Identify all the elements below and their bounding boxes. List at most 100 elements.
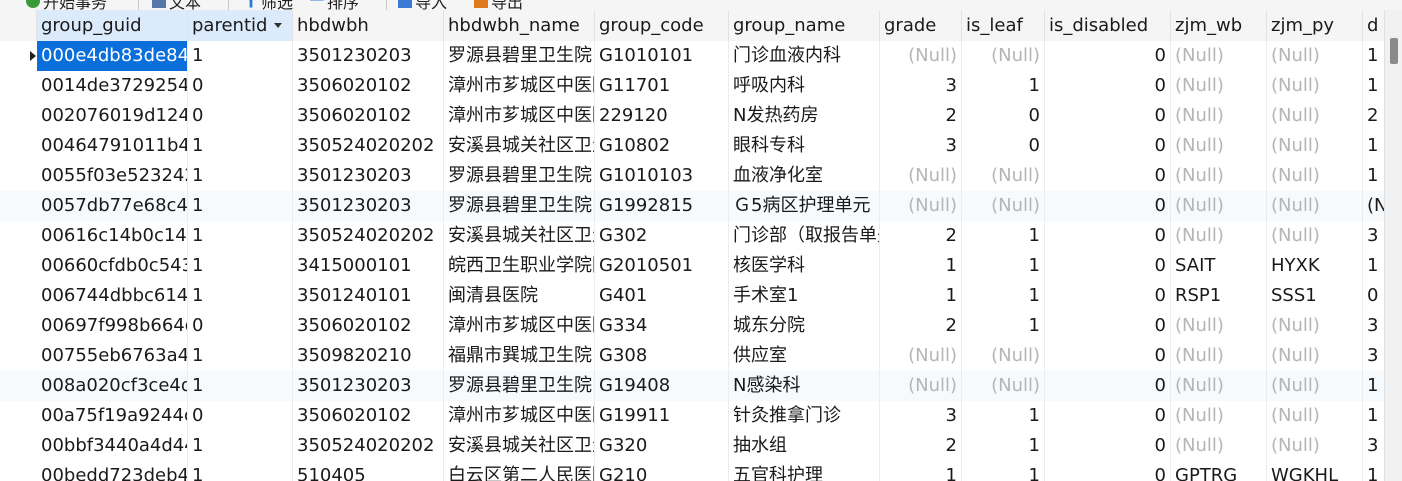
row-indicator[interactable] — [0, 371, 37, 401]
cell-group-code[interactable]: G19408 — [595, 371, 729, 401]
cell-hbdwbh-name[interactable]: 安溪县城关社区卫生 — [444, 221, 595, 251]
cell-is-disabled[interactable]: 0 — [1045, 191, 1171, 221]
cell-hbdwbh[interactable]: 350524020202 — [293, 221, 444, 251]
cell-group-name[interactable]: 门诊血液内科 — [729, 41, 880, 71]
cell-zjm-wb[interactable]: (Null) — [1171, 431, 1267, 461]
cell-group-name[interactable]: 针灸推拿门诊 — [729, 401, 880, 431]
cell-zjm-py[interactable]: (Null) — [1267, 401, 1363, 431]
row-indicator[interactable] — [0, 251, 37, 281]
column-header-is-leaf[interactable]: is_leaf — [962, 10, 1045, 41]
cell-is-leaf[interactable]: 0 — [962, 131, 1045, 161]
cell-zjm-py[interactable]: WGKHL — [1267, 461, 1363, 481]
cell-zjm-wb[interactable]: SAIT — [1171, 251, 1267, 281]
cell-hbdwbh[interactable]: 3506020102 — [293, 401, 444, 431]
cell-is-leaf[interactable]: (Null) — [962, 161, 1045, 191]
cell-group-code[interactable]: G1010101 — [595, 41, 729, 71]
cell-zjm-py[interactable]: (Null) — [1267, 221, 1363, 251]
cell-grade[interactable]: 1 — [880, 461, 962, 481]
cell-hbdwbh[interactable]: 3506020102 — [293, 311, 444, 341]
cell-group-name[interactable]: Ｇ5病区护理单元 — [729, 191, 880, 221]
row-indicator[interactable] — [0, 101, 37, 131]
cell-d[interactable]: 1 — [1363, 371, 1384, 401]
row-indicator[interactable] — [0, 341, 37, 371]
cell-hbdwbh[interactable]: 350524020202 — [293, 131, 444, 161]
row-indicator[interactable] — [0, 41, 37, 71]
row-indicator[interactable] — [0, 221, 37, 251]
cell-hbdwbh-name[interactable]: 罗源县碧里卫生院 — [444, 41, 595, 71]
row-indicator[interactable] — [0, 131, 37, 161]
row-indicator[interactable] — [0, 281, 37, 311]
cell-is-disabled[interactable]: 0 — [1045, 161, 1171, 191]
cell-is-disabled[interactable]: 0 — [1045, 401, 1171, 431]
cell-hbdwbh-name[interactable]: 罗源县碧里卫生院 — [444, 161, 595, 191]
cell-d[interactable]: 1 — [1363, 401, 1384, 431]
cell-is-disabled[interactable]: 0 — [1045, 461, 1171, 481]
cell-d[interactable]: 3 — [1363, 221, 1384, 251]
column-header-d[interactable]: d — [1363, 10, 1384, 41]
cell-hbdwbh-name[interactable]: 安溪县城关社区卫生 — [444, 431, 595, 461]
cell-group-guid[interactable]: 00bedd723deb4d — [37, 461, 188, 481]
cell-is-leaf[interactable]: 0 — [962, 101, 1045, 131]
cell-hbdwbh[interactable]: 510405 — [293, 461, 444, 481]
column-header-is-disabled[interactable]: is_disabled — [1045, 10, 1171, 41]
column-header-grade[interactable]: grade — [880, 10, 962, 41]
table-row[interactable]: 0055f03e523242 1 3501230203 罗源县碧里卫生院 G101010… — [0, 161, 1384, 192]
cell-parentid[interactable]: 1 — [188, 251, 293, 281]
cell-d[interactable]: 1 — [1363, 251, 1384, 281]
cell-group-code[interactable]: G1992815 — [595, 191, 729, 221]
cell-zjm-wb[interactable]: (Null) — [1171, 41, 1267, 71]
filter-button[interactable]: 筛选 — [244, 0, 293, 10]
column-header-parentid[interactable]: parentid — [188, 10, 293, 41]
cell-group-code[interactable]: G1010103 — [595, 161, 729, 191]
cell-parentid[interactable]: 0 — [188, 401, 293, 431]
import-button[interactable]: 导入 — [398, 0, 447, 10]
cell-group-guid[interactable]: 00464791011b47 — [37, 131, 188, 161]
table-row[interactable]: 0014de3729254f 0 3506020102 漳州市芗城区中医院 G11701… — [0, 71, 1384, 102]
cell-group-guid[interactable]: 0057db77e68c46 — [37, 191, 188, 221]
text-button[interactable]: 文本 — [152, 0, 201, 10]
cell-zjm-py[interactable]: (Null) — [1267, 131, 1363, 161]
cell-zjm-wb[interactable]: (Null) — [1171, 161, 1267, 191]
cell-group-code[interactable]: G19911 — [595, 401, 729, 431]
cell-group-guid[interactable]: 00616c14b0c14e — [37, 221, 188, 251]
cell-group-guid[interactable]: 002076019d1242 — [37, 101, 188, 131]
table-row[interactable]: 000e4db83de84a 1 3501230203 罗源县碧里卫生院 G101010… — [0, 41, 1384, 72]
cell-is-leaf[interactable]: (Null) — [962, 191, 1045, 221]
cell-parentid[interactable]: 1 — [188, 41, 293, 71]
cell-d[interactable]: 1 — [1363, 41, 1384, 71]
cell-is-disabled[interactable]: 0 — [1045, 101, 1171, 131]
cell-d[interactable]: 2 — [1363, 101, 1384, 131]
cell-group-guid[interactable]: 008a020cf3ce4d — [37, 371, 188, 401]
cell-group-name[interactable]: N感染科 — [729, 371, 880, 401]
cell-parentid[interactable]: 0 — [188, 71, 293, 101]
cell-zjm-wb[interactable]: RSP1 — [1171, 281, 1267, 311]
table-row[interactable]: 00464791011b47 1 350524020202 安溪县城关社区卫生 G108… — [0, 131, 1384, 162]
cell-parentid[interactable]: 1 — [188, 341, 293, 371]
cell-zjm-py[interactable]: (Null) — [1267, 71, 1363, 101]
cell-is-disabled[interactable]: 0 — [1045, 221, 1171, 251]
cell-hbdwbh[interactable]: 3501230203 — [293, 371, 444, 401]
cell-group-name[interactable]: N发热药房 — [729, 101, 880, 131]
cell-hbdwbh-name[interactable]: 罗源县碧里卫生院 — [444, 371, 595, 401]
cell-group-name[interactable]: 城东分院 — [729, 311, 880, 341]
cell-hbdwbh-name[interactable]: 漳州市芗城区中医院 — [444, 401, 595, 431]
export-button[interactable]: 导出 — [474, 0, 523, 10]
row-indicator[interactable] — [0, 431, 37, 461]
cell-zjm-wb[interactable]: GPTRG — [1171, 461, 1267, 481]
column-header-group-name[interactable]: group_name — [729, 10, 880, 41]
cell-grade[interactable]: 2 — [880, 431, 962, 461]
cell-is-disabled[interactable]: 0 — [1045, 371, 1171, 401]
cell-is-leaf[interactable]: 1 — [962, 431, 1045, 461]
cell-grade[interactable]: 3 — [880, 131, 962, 161]
vertical-scrollbar[interactable] — [1384, 10, 1402, 481]
cell-d[interactable]: 3 — [1363, 311, 1384, 341]
cell-group-name[interactable]: 呼吸内科 — [729, 71, 880, 101]
cell-hbdwbh-name[interactable]: 闽清县医院 — [444, 281, 595, 311]
cell-hbdwbh[interactable]: 3506020102 — [293, 71, 444, 101]
cell-d[interactable]: (N — [1363, 191, 1384, 221]
column-header-zjm-py[interactable]: zjm_py — [1267, 10, 1363, 41]
row-indicator[interactable] — [0, 71, 37, 101]
sort-button[interactable]: 排序 — [310, 0, 359, 10]
cell-is-leaf[interactable]: 1 — [962, 281, 1045, 311]
cell-zjm-wb[interactable]: (Null) — [1171, 341, 1267, 371]
